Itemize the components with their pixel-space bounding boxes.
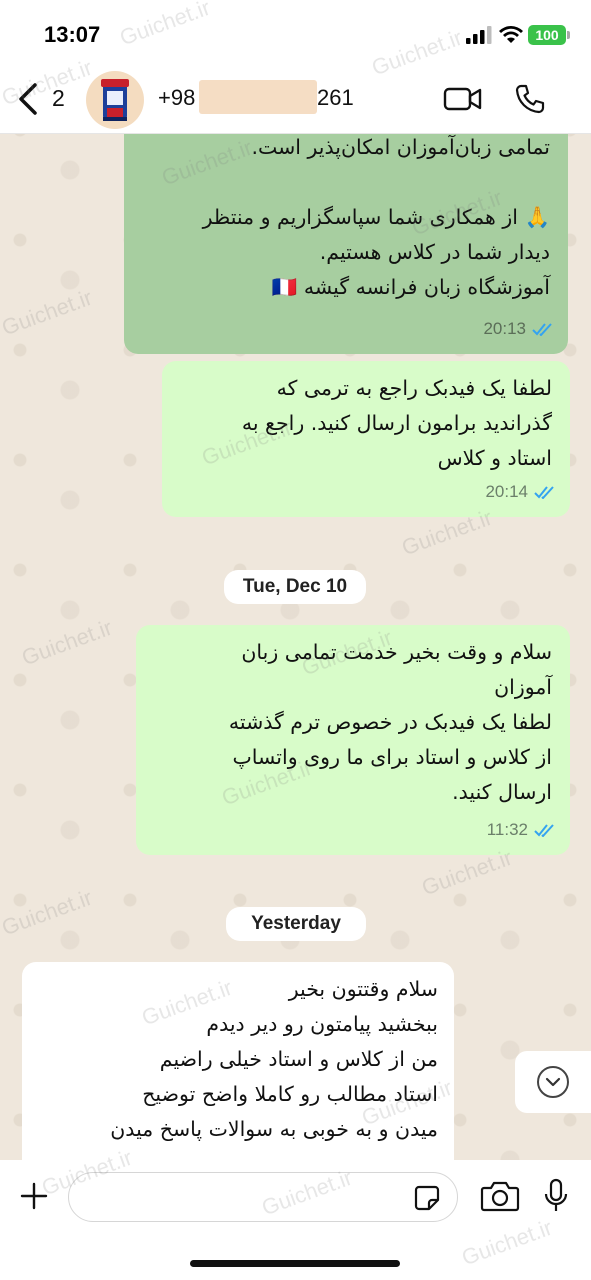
composer-bar bbox=[0, 1160, 591, 1280]
status-time: 13:07 bbox=[44, 22, 101, 47]
message-bubble-outgoing[interactable]: سلام و وقت بخیر خدمت تمامی زبان آموزان ل… bbox=[136, 625, 570, 855]
date-separator: Tue, Dec 10 bbox=[224, 570, 366, 604]
message-line: تمامی زبان‌آموزان امکان‌پذیر است. bbox=[251, 135, 550, 159]
phone-icon[interactable] bbox=[514, 83, 546, 115]
message-time: 11:32 bbox=[486, 820, 528, 839]
message-meta: 20:14 bbox=[485, 474, 556, 509]
message-line: لطفا یک فیدبک راجع به ترمی که bbox=[276, 376, 552, 400]
message-line: ببخشید پیامتون رو دیر دیدم bbox=[206, 1012, 438, 1036]
chevron-down-icon bbox=[537, 1066, 569, 1098]
date-separator: Yesterday bbox=[226, 907, 366, 941]
message-meta: 11:32 bbox=[487, 812, 556, 847]
cellular-signal-icon bbox=[466, 26, 492, 44]
chat-header: 2 +98 261 bbox=[0, 66, 591, 134]
message-bubble-outgoing[interactable]: لطفا یک فیدبک راجع به ترمی که گذراندید ب… bbox=[162, 361, 570, 517]
contact-phone-suffix[interactable]: 261 bbox=[317, 85, 354, 111]
status-bar: 13:07 100 bbox=[0, 0, 591, 66]
message-line: گذراندید برامون ارسال کنید. راجع به bbox=[241, 411, 552, 435]
message-input[interactable] bbox=[68, 1172, 458, 1222]
message-time: 20:14 bbox=[485, 482, 528, 501]
message-bubble-outgoing[interactable]: تمامی زبان‌آموزان امکان‌پذیر است. 🙏 از ه… bbox=[124, 110, 568, 354]
message-line: استاد و کلاس bbox=[437, 446, 552, 470]
message-line: لطفا یک فیدبک در خصوص ترم گذشته bbox=[228, 710, 552, 734]
message-line bbox=[138, 165, 550, 200]
message-line: میدن و به خوبی به سوالات پاسخ میدن bbox=[110, 1117, 438, 1141]
contact-phone-prefix[interactable]: +98 bbox=[158, 85, 195, 111]
message-line: سلام وقتتون بخیر bbox=[288, 977, 438, 1001]
sticker-icon[interactable] bbox=[413, 1184, 441, 1212]
scroll-to-bottom-button[interactable] bbox=[515, 1051, 591, 1113]
message-line: سلام و وقت بخیر خدمت تمامی زبان bbox=[241, 640, 552, 664]
read-receipt-icon bbox=[532, 322, 552, 336]
camera-icon[interactable] bbox=[480, 1180, 520, 1212]
message-line: آموزان bbox=[494, 675, 552, 699]
redacted-phone-number bbox=[199, 80, 317, 114]
message-line: من از کلاس و استاد خیلی راضیم bbox=[159, 1047, 438, 1071]
message-line: استاد مطالب رو کاملا واضح توضیح bbox=[142, 1082, 438, 1106]
wifi-icon bbox=[499, 26, 523, 43]
message-time: 20:13 bbox=[483, 319, 526, 338]
message-line: آموزشگاه زبان فرانسه گیشه 🇫🇷 bbox=[271, 275, 550, 299]
home-indicator bbox=[190, 1260, 400, 1267]
chevron-left-icon[interactable] bbox=[16, 82, 42, 116]
unread-count[interactable]: 2 bbox=[52, 85, 65, 112]
message-meta: 20:13 bbox=[483, 311, 554, 346]
plus-icon[interactable] bbox=[20, 1182, 48, 1210]
message-line: دیدار شما در کلاس هستیم. bbox=[319, 240, 550, 264]
message-line: از کلاس و استاد برای ما روی واتساپ bbox=[232, 745, 552, 769]
message-line: 🙏 از همکاری شما سپاسگزاریم و منتظر bbox=[202, 205, 550, 229]
battery-cap bbox=[567, 31, 570, 39]
battery-indicator: 100 bbox=[528, 25, 566, 45]
read-receipt-icon bbox=[534, 485, 554, 499]
message-line: ارسال کنید. bbox=[452, 780, 552, 804]
avatar[interactable] bbox=[86, 71, 144, 129]
read-receipt-icon bbox=[534, 823, 554, 837]
video-camera-icon[interactable] bbox=[443, 86, 483, 112]
microphone-icon[interactable] bbox=[543, 1178, 569, 1214]
